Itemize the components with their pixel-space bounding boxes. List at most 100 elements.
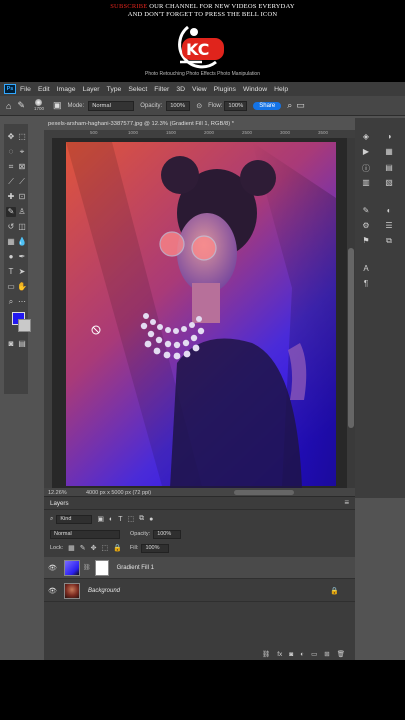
- more-tools-icon[interactable]: ⋯: [17, 297, 27, 307]
- layer-style-icon[interactable]: fx: [277, 651, 282, 658]
- menu-3d[interactable]: 3D: [176, 86, 185, 93]
- document-tab[interactable]: pexels-arsham-haghani-3387577.jpg @ 12.3…: [44, 118, 269, 130]
- layer-name[interactable]: Gradient Fill 1: [117, 565, 154, 571]
- filter-adjustment-icon[interactable]: ◐: [109, 516, 113, 523]
- info-panel-icon[interactable]: ⓘ: [361, 163, 371, 174]
- visibility-eye-icon[interactable]: 👁: [48, 564, 58, 572]
- dodge-tool-icon[interactable]: ●: [6, 252, 16, 262]
- new-layer-icon[interactable]: ⊞: [324, 650, 329, 658]
- menu-window[interactable]: Window: [243, 86, 267, 93]
- vertical-scroll-thumb[interactable]: [348, 248, 354, 428]
- background-color-swatch[interactable]: [18, 319, 31, 332]
- horizontal-scroll-thumb[interactable]: [234, 490, 294, 495]
- add-mask-icon[interactable]: ◙: [289, 651, 293, 658]
- blend-mode-select[interactable]: Normal: [50, 529, 120, 539]
- menu-file[interactable]: File: [20, 86, 31, 93]
- rectangle-tool-icon[interactable]: ▭: [6, 282, 16, 292]
- menu-plugins[interactable]: Plugins: [214, 86, 236, 93]
- quick-select-tool-icon[interactable]: ⌖: [17, 147, 27, 157]
- layer-row-background[interactable]: 👁 Background 🔒: [44, 580, 355, 602]
- lock-transparency-icon[interactable]: ▦: [68, 544, 75, 552]
- clone-source-panel-icon[interactable]: ⚑: [361, 236, 371, 245]
- filter-type-icon[interactable]: T: [118, 516, 122, 523]
- filter-pixel-icon[interactable]: ▣: [97, 515, 104, 523]
- search-icon[interactable]: ⌕: [287, 100, 292, 111]
- flow-field[interactable]: 100%: [224, 100, 248, 111]
- frame-tool-icon[interactable]: ⊠: [17, 162, 27, 172]
- menu-select[interactable]: Select: [128, 86, 147, 93]
- move-tool-icon[interactable]: ✥: [6, 132, 16, 142]
- link-layers-icon[interactable]: ⛓: [262, 650, 270, 658]
- gradients-panel-icon[interactable]: ▤: [384, 163, 394, 172]
- clone-stamp-tool-icon[interactable]: ♙: [17, 207, 27, 217]
- new-group-icon[interactable]: ▭: [311, 650, 317, 658]
- layer-thumbnail[interactable]: [64, 559, 80, 576]
- libraries-panel-icon[interactable]: ▥: [361, 178, 371, 187]
- ruler-tool-icon[interactable]: ⟋: [17, 177, 27, 187]
- swatches-panel-icon[interactable]: ▦: [384, 147, 394, 156]
- share-button[interactable]: Share: [253, 101, 282, 110]
- layer-thumbnail[interactable]: [64, 582, 80, 599]
- layer-opacity-field[interactable]: 100%: [153, 529, 182, 539]
- visibility-eye-icon[interactable]: 👁: [48, 587, 58, 595]
- filter-shape-icon[interactable]: ⬚: [128, 515, 135, 523]
- healing-brush-tool-icon[interactable]: ✚: [6, 192, 16, 202]
- mask-link-icon[interactable]: ⛓: [83, 564, 91, 571]
- brush-tool-icon[interactable]: ✎: [6, 207, 16, 217]
- fill-field[interactable]: 100%: [141, 543, 170, 553]
- properties-panel-icon[interactable]: ☰: [384, 221, 394, 230]
- brush-settings-panel-icon[interactable]: ⚙: [361, 221, 371, 230]
- pen-tool-icon[interactable]: ✒: [17, 252, 27, 262]
- eyedropper-tool-icon[interactable]: ⟋: [6, 177, 16, 187]
- lock-artboard-icon[interactable]: ⬚: [102, 544, 109, 552]
- adjustments-panel-icon[interactable]: ◐: [384, 206, 394, 215]
- type-tool-icon[interactable]: T: [6, 267, 16, 277]
- filter-smart-object-icon[interactable]: ⧉: [139, 515, 144, 523]
- paragraph-panel-icon[interactable]: ¶: [361, 279, 371, 288]
- new-adjustment-layer-icon[interactable]: ◐: [300, 651, 304, 658]
- path-selection-tool-icon[interactable]: ➤: [17, 267, 27, 277]
- layer-mask-thumbnail[interactable]: [94, 559, 109, 576]
- filter-toggle-icon[interactable]: ●: [149, 516, 153, 523]
- mode-select[interactable]: Normal: [88, 100, 135, 111]
- patterns-panel-icon[interactable]: ▧: [384, 178, 394, 187]
- menu-edit[interactable]: Edit: [38, 86, 50, 93]
- opacity-field[interactable]: 100%: [166, 100, 191, 111]
- eraser-tool-icon[interactable]: ◫: [17, 222, 27, 232]
- panel-menu-icon[interactable]: ≡: [344, 498, 349, 507]
- actions-play-icon[interactable]: ▶: [361, 147, 371, 156]
- patch-tool-icon[interactable]: ⊡: [17, 192, 27, 202]
- menu-image[interactable]: Image: [57, 86, 76, 93]
- document-canvas[interactable]: [52, 138, 347, 488]
- layer-lock-icon[interactable]: 🔒: [330, 587, 339, 595]
- lasso-tool-icon[interactable]: ◌: [6, 147, 16, 157]
- layer-filter-select[interactable]: Kind: [56, 514, 93, 524]
- color-panel-icon[interactable]: ◑: [384, 132, 394, 141]
- delete-layer-icon[interactable]: 🗑: [337, 650, 345, 658]
- lock-pixels-icon[interactable]: ✎: [80, 544, 86, 552]
- history-panel-icon[interactable]: ◈: [361, 132, 371, 141]
- hand-tool-icon[interactable]: ✋: [17, 282, 27, 292]
- zoom-tool-icon[interactable]: ⌕: [6, 297, 16, 307]
- artboard-tool-icon[interactable]: ⬚: [17, 132, 27, 142]
- brush-settings-icon[interactable]: ▣: [53, 100, 62, 111]
- character-panel-icon[interactable]: A: [361, 264, 371, 273]
- home-icon[interactable]: ⌂: [6, 101, 11, 111]
- screen-mode-icon[interactable]: ▤: [17, 339, 27, 349]
- workspace-icon[interactable]: ▭: [296, 100, 305, 111]
- brush-tool-preset-icon[interactable]: ✎: [17, 100, 25, 111]
- lock-all-icon[interactable]: 🔒: [113, 544, 122, 552]
- menu-type[interactable]: Type: [107, 86, 122, 93]
- lock-position-icon[interactable]: ✥: [91, 544, 97, 552]
- layer-row-gradient-fill[interactable]: 👁 ⛓ Gradient Fill 1: [44, 557, 355, 579]
- gradient-tool-icon[interactable]: ▦: [6, 237, 16, 247]
- vertical-scrollbar[interactable]: [347, 138, 355, 488]
- menu-help[interactable]: Help: [274, 86, 288, 93]
- menu-view[interactable]: View: [192, 86, 207, 93]
- brush-size-picker[interactable]: 1700: [31, 98, 47, 113]
- history-brush-tool-icon[interactable]: ↺: [6, 222, 16, 232]
- blur-tool-icon[interactable]: 💧: [17, 237, 27, 247]
- layer-comps-panel-icon[interactable]: ⧉: [384, 236, 394, 246]
- crop-tool-icon[interactable]: ⌗: [6, 162, 16, 172]
- brushes-panel-icon[interactable]: ✎: [361, 206, 371, 215]
